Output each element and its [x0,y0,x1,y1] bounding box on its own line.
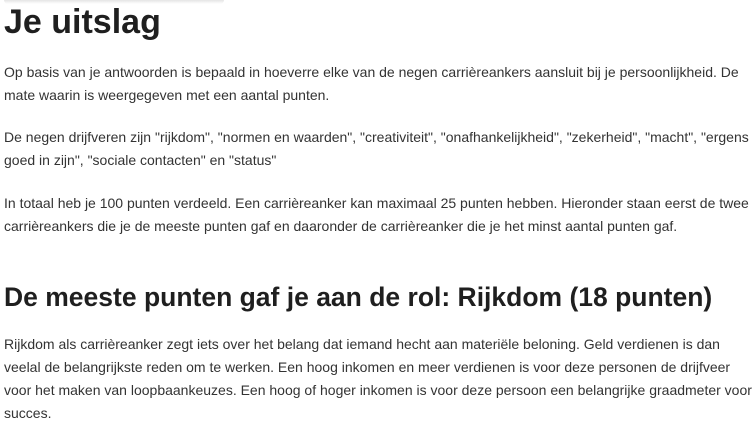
intro-paragraph-2: De negen drijfveren zijn "rijkdom", "nor… [4,129,749,168]
intro-paragraph-1: Op basis van je antwoorden is bepaald in… [4,64,739,103]
intro-paragraph-3: In totaal heb je 100 punten verdeeld. Ee… [4,195,749,234]
section-heading: De meeste punten gaf je aan de rol: Rijk… [4,282,713,312]
section-body: Rijkdom als carrièreanker zegt iets over… [4,336,752,421]
page-title: Je uitslag [4,3,161,41]
